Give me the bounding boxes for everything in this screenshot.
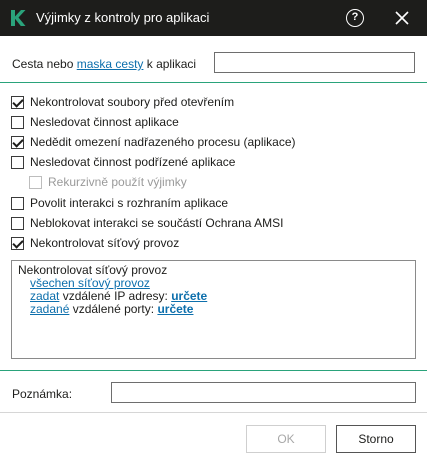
port-value-link[interactable]: určete <box>157 302 193 316</box>
option-no-inherit-restrictions[interactable]: Nedědit omezení nadřazeného procesu (apl… <box>11 134 296 150</box>
checkbox[interactable] <box>29 175 42 189</box>
divider-middle <box>0 370 427 371</box>
path-label-before: Cesta nebo <box>12 57 77 71</box>
checkbox[interactable] <box>11 115 24 129</box>
ok-button[interactable]: OK <box>246 425 326 453</box>
option-no-monitor-app[interactable]: Nesledovat činnost aplikace <box>11 114 179 130</box>
checkbox[interactable] <box>11 155 24 169</box>
cancel-button[interactable]: Storno <box>336 425 416 453</box>
title-bar: Výjimky z kontroly pro aplikaci ? <box>0 0 427 36</box>
close-icon[interactable] <box>393 9 411 27</box>
checkbox[interactable] <box>11 196 24 210</box>
path-input[interactable] <box>214 52 415 73</box>
option-no-scan-network[interactable]: Nekontrolovat síťový provoz <box>11 235 179 251</box>
option-no-scan-before-open[interactable]: Nekontrolovat soubory před otevřením <box>11 94 234 110</box>
checkbox[interactable] <box>11 95 24 109</box>
ip-text: vzdálené IP adresy: <box>59 289 172 303</box>
divider-bottom <box>0 412 427 413</box>
checkbox[interactable] <box>11 216 24 230</box>
window-title: Výjimky z kontroly pro aplikaci <box>36 10 210 25</box>
option-allow-ui-interaction[interactable]: Povolit interakci s rozhraním aplikace <box>11 195 228 211</box>
path-mask-link[interactable]: maska cesty <box>77 57 144 71</box>
path-label: Cesta nebo maska cesty k aplikaci <box>12 57 196 71</box>
option-recursive-exclusions[interactable]: Rekurzivně použít výjimky <box>29 174 187 190</box>
path-label-after: k aplikaci <box>143 57 197 71</box>
checkbox[interactable] <box>11 236 24 250</box>
port-scope-link[interactable]: zadané <box>30 302 69 316</box>
ip-scope-link[interactable]: zadat <box>30 289 59 303</box>
option-no-block-amsi[interactable]: Neblokovat interakci se součástí Ochrana… <box>11 215 283 231</box>
divider-top <box>0 82 427 83</box>
help-button[interactable]: ? <box>346 9 364 27</box>
rule-details-panel: Nekontrolovat síťový provoz všechen síťo… <box>11 260 416 359</box>
option-label: Povolit interakci s rozhraním aplikace <box>30 196 229 210</box>
note-input[interactable] <box>111 382 416 403</box>
option-label: Nekontrolovat síťový provoz <box>30 236 180 250</box>
option-label: Nesledovat činnost aplikace <box>30 115 179 129</box>
option-label: Neblokovat interakci se součástí Ochrana… <box>30 216 284 230</box>
kaspersky-logo-icon <box>11 10 26 26</box>
help-icon: ? <box>351 11 359 23</box>
option-label: Rekurzivně použít výjimky <box>48 175 187 189</box>
option-no-monitor-child[interactable]: Nesledovat činnost podřízené aplikace <box>11 154 235 170</box>
option-label: Nekontrolovat soubory před otevřením <box>30 95 235 109</box>
note-label: Poznámka: <box>12 387 73 401</box>
ip-value-link[interactable]: určete <box>171 289 207 303</box>
port-text: vzdálené porty: <box>69 302 158 316</box>
all-traffic-link[interactable]: všechen síťový provoz <box>30 276 150 290</box>
option-label: Nesledovat činnost podřízené aplikace <box>30 155 236 169</box>
checkbox[interactable] <box>11 135 24 149</box>
option-label: Nedědit omezení nadřazeného procesu (apl… <box>30 135 296 149</box>
